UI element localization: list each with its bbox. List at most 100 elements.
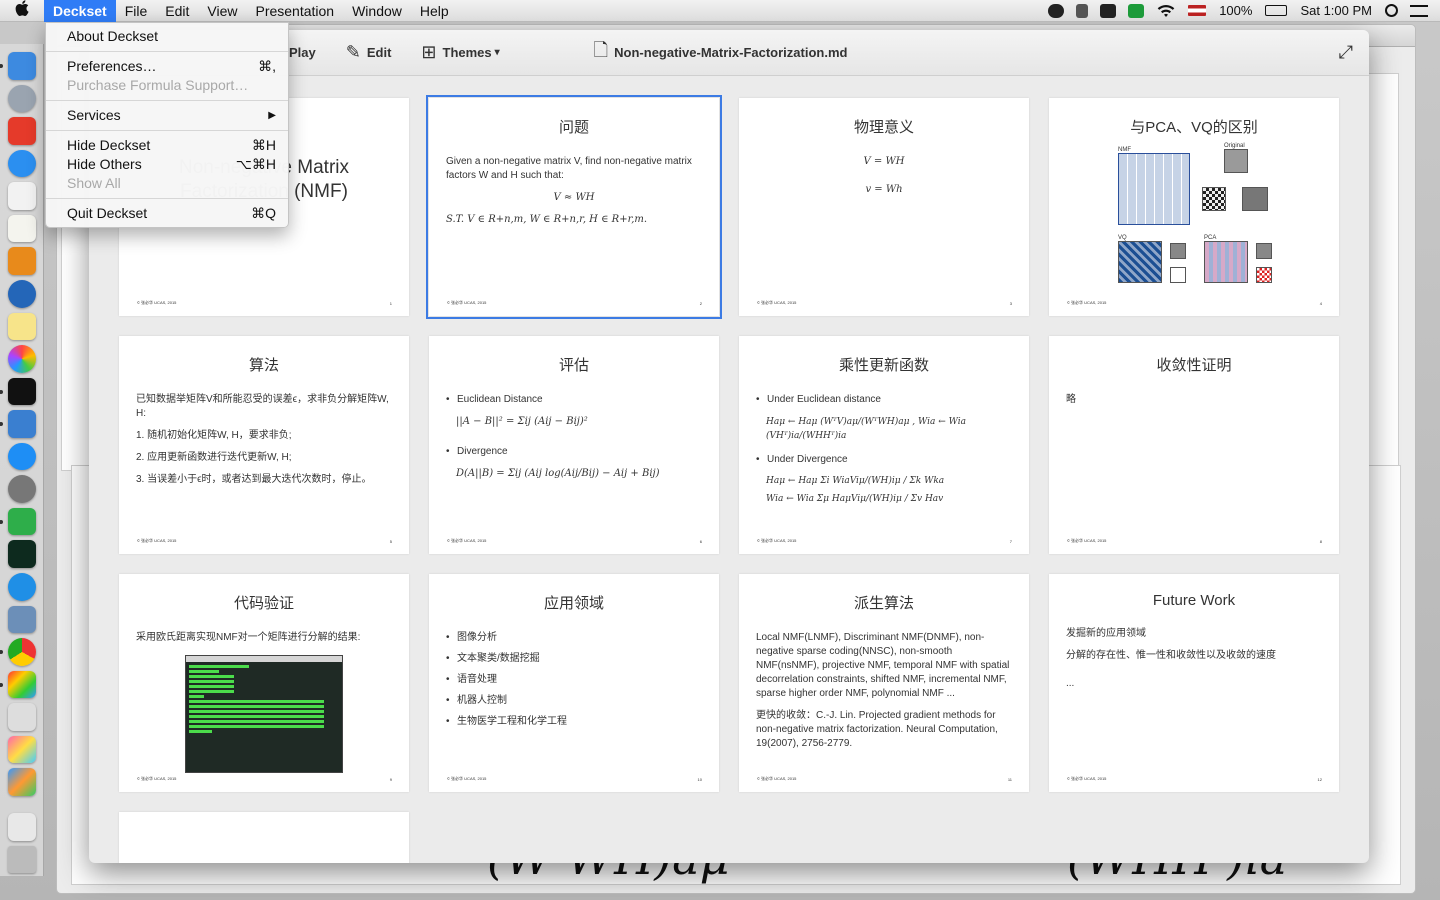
slide-12[interactable]: Future Work 发掘新的应用领域 分解的存在性、惟一性和收敛性以及收敛的… [1049,574,1339,792]
vq-face-image [1170,243,1186,259]
slide-text: 已知数据举矩阵V和所能忍受的误差ϵ，求非负分解矩阵W, H: [136,394,389,419]
terminal-icon[interactable] [0,377,36,406]
slide-formula: D(A||B) = Σij (Aij log(Aij/Bij) − Aij + … [456,468,660,479]
slide-formula: v = Wh [865,184,903,195]
color-picker-icon[interactable] [7,735,36,764]
edit-label: Edit [366,45,392,60]
xmind-icon[interactable] [7,117,36,145]
menu-item-quit[interactable]: Quit Deckset ⌘Q [46,204,288,223]
pca-basis-image [1204,241,1248,283]
finder-icon[interactable] [0,52,36,80]
slide-10[interactable]: 应用领域 图像分析 文本聚类/数据挖掘 语音处理 机器人控制 生物医学工程和化学… [429,574,719,792]
open-file-button[interactable]: 🗋 Non-negative-Matrix-Factorization.md [594,38,848,68]
flag-icon[interactable] [1188,5,1207,16]
document-icon[interactable] [7,812,36,841]
slide-title: 代码验证 [233,595,294,612]
preview-icon[interactable] [0,410,36,438]
slide-6[interactable]: 评估 Euclidean Distance ||A − B||² = Σij (… [429,336,719,554]
menu-help[interactable]: Help [411,0,458,22]
menu-item-about[interactable]: About Deckset [46,27,288,46]
reminders-icon[interactable] [7,214,36,243]
clock[interactable]: Sat 1:00 PM [1293,3,1379,18]
menu-separator [46,130,288,131]
thunderbird-icon[interactable] [7,279,36,308]
slide-2[interactable]: 问题 Given a non-negative matrix V, find n… [426,95,722,319]
markdown-plus-icon[interactable] [7,573,36,601]
notification-center-icon[interactable] [1410,4,1428,17]
slide-number: 8 [1319,539,1322,544]
play-button[interactable]: Play [289,45,316,60]
menu-item-hide-others[interactable]: Hide Others ⌥⌘H [46,155,288,174]
menu-item-label: Quit Deckset [67,205,148,221]
evernote-dock-icon[interactable] [0,507,36,536]
apple-menu-icon[interactable] [0,0,44,21]
sync-icon[interactable] [1128,3,1145,18]
slide-title: 问题 [558,119,589,136]
list-item: Under Euclidean distance [756,393,1012,407]
script-editor-icon[interactable] [7,703,36,731]
system-preferences-icon[interactable] [7,475,36,503]
menu-item-services[interactable]: Services ▶ [46,106,288,125]
safari-icon[interactable] [7,149,36,178]
slide-11[interactable]: 派生算法 Local NMF(LNMF), Discriminant NMF(D… [739,574,1029,792]
menu-file[interactable]: File [116,0,157,22]
slide-title: 收敛性证明 [1156,357,1232,374]
slide-text: 1. 随机初始化矩阵W, H，要求非负; [136,430,292,441]
chrome-icon[interactable] [0,638,36,666]
spotlight-search-icon[interactable] [1385,4,1398,17]
menu-item-label: Services [67,107,121,123]
slide-formula: Haμ ← Haμ (WᵀV)aμ/(WᵀWH)aμ , Wia ← Wia (… [766,417,966,441]
menu-item-hide[interactable]: Hide Deckset ⌘H [46,136,288,155]
launchpad-icon[interactable] [7,84,36,113]
slide-text: 3. 当误差小于ϵ时，或者达到最大迭代次数时，停止。 [136,474,372,485]
menu-item-shortcut: ⌘, [258,58,276,74]
slide-5[interactable]: 算法 已知数据举矩阵V和所能忍受的误差ϵ，求非负分解矩阵W, H: 1. 随机初… [119,336,409,554]
evernote-icon[interactable] [1100,3,1117,18]
calendar-icon[interactable] [7,182,36,210]
menu-edit[interactable]: Edit [156,0,198,22]
slide-text: 2. 应用更新函数进行迭代更新W, H; [136,452,292,463]
deckset-doc-icon[interactable] [7,768,36,796]
slide-number: 12 [1317,777,1322,782]
menu-item-shortcut: ⌥⌘H [235,156,276,172]
fullscreen-icon[interactable]: ⤢ [1339,42,1353,63]
slide-footer: © 张必华 UCAS, 2015 [447,776,487,781]
menu-item-purchase-formula: Purchase Formula Support… [46,76,288,95]
menu-item-preferences[interactable]: Preferences… ⌘, [46,57,288,76]
deckset-icon[interactable] [0,670,36,699]
notes-icon[interactable] [7,312,36,341]
terminal-output [189,665,339,733]
app-store-icon[interactable] [7,442,36,471]
tools-icon[interactable] [1076,3,1089,18]
activity-monitor-icon[interactable] [7,540,36,568]
battery-icon[interactable] [1265,5,1288,16]
slide-9[interactable]: 代码验证 采用欧氏距离实现NMF对一个矩阵进行分解的结果: © 张必华 UCAS… [119,574,409,792]
photos-icon[interactable] [7,345,36,373]
calculator-icon[interactable] [7,247,36,275]
slide-footer: © 张必华 UCAS, 2015 [757,538,797,543]
trash-icon[interactable] [7,845,36,874]
menu-bar: Deckset File Edit View Presentation Wind… [0,0,1440,22]
menu-view[interactable]: View [198,0,246,22]
slide-8[interactable]: 收敛性证明 略 © 张必华 UCAS, 2015 8 [1049,336,1339,554]
menu-item-shortcut: ⌘Q [251,205,276,221]
menu-deckset[interactable]: Deckset [44,0,116,22]
menu-item-shortcut: ⌘H [251,137,276,153]
slide-body: 采用欧氏距离实现NMF对一个矩阵进行分解的结果: [136,631,392,645]
menu-window[interactable]: Window [343,0,411,22]
disk-utility-icon[interactable] [7,605,36,634]
wifi-icon[interactable] [1156,4,1176,18]
menu-presentation[interactable]: Presentation [246,0,343,22]
slide-body: 发掘新的应用领域 分解的存在性、惟一性和收敛性以及收敛的速度 ... [1066,627,1322,691]
terminal-titlebar [186,656,342,662]
themes-button[interactable]: ⊞ Themes ▾ [421,42,499,63]
slide-13[interactable] [119,812,409,863]
slide-number: 1 [389,301,392,306]
cloud-icon[interactable] [1048,3,1065,18]
slide-4[interactable]: 与PCA、VQ的区别 NMF Original VQ PCA © 张必华 UCA… [1049,98,1339,316]
slide-7[interactable]: 乘性更新函数 Under Euclidean distance Haμ ← Ha… [739,336,1029,554]
battery-percent[interactable]: 100% [1212,3,1259,18]
slide-body: V = WH v = Wh [756,155,1012,197]
slide-3[interactable]: 物理意义 V = WH v = Wh © 张必华 UCAS, 2015 3 [739,98,1029,316]
edit-button[interactable]: ✎ Edit [346,42,392,63]
